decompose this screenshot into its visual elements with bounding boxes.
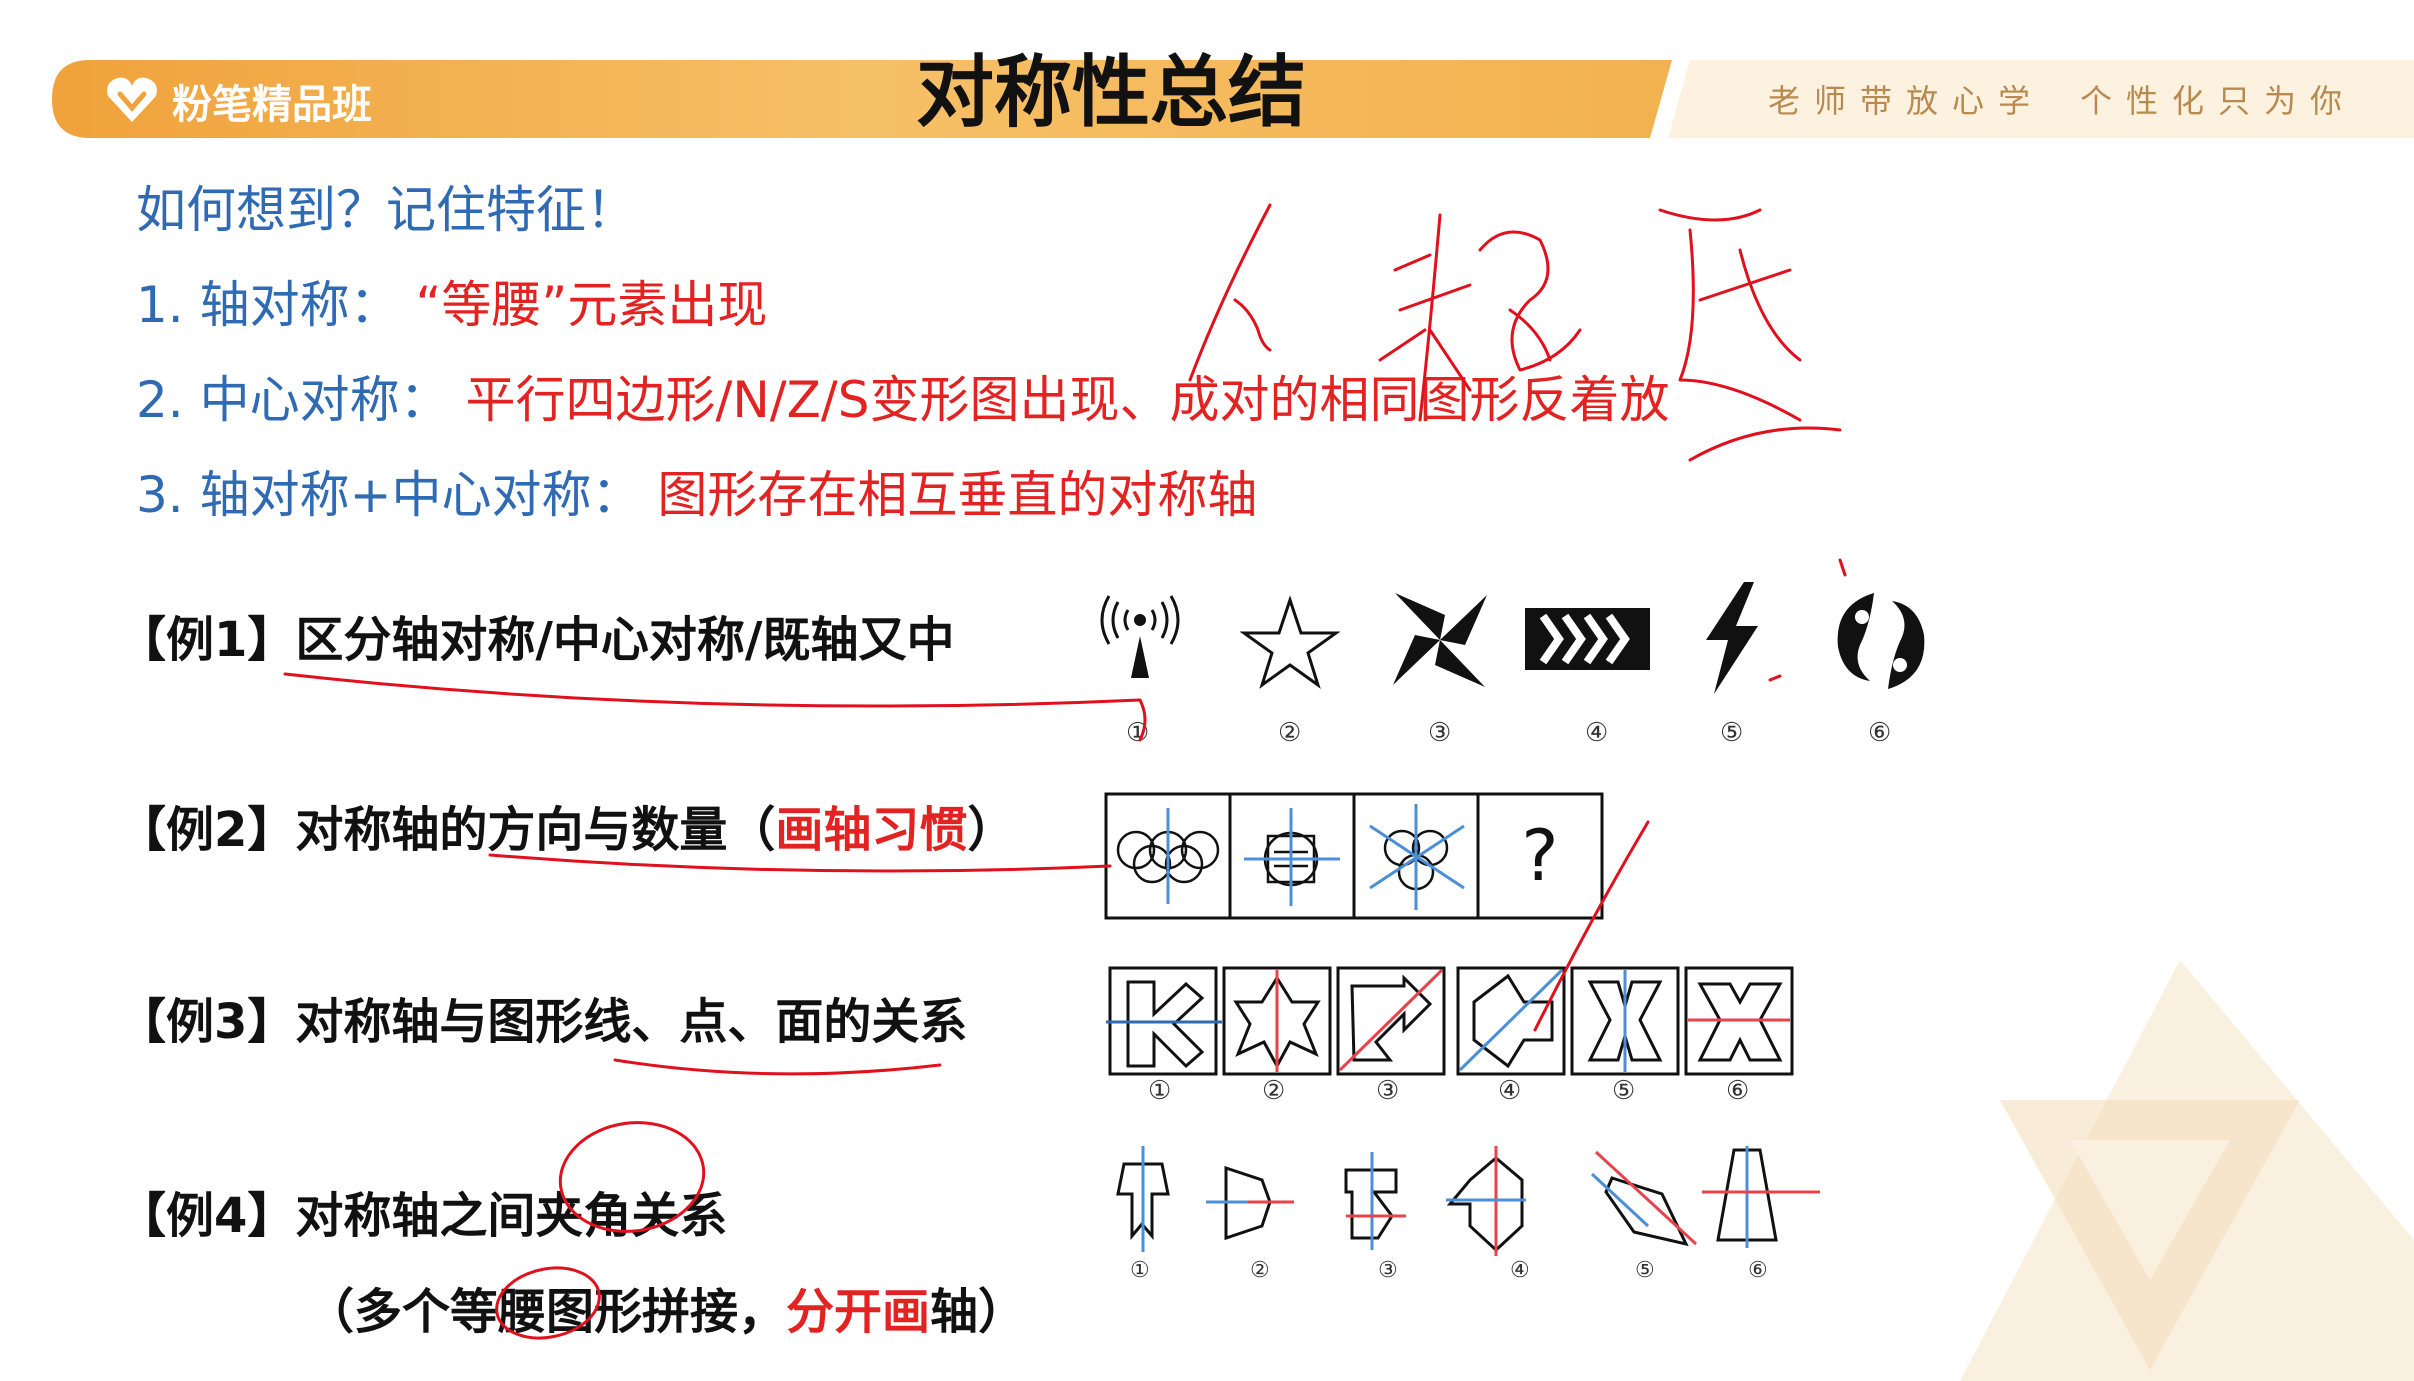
tick-mark	[1838, 558, 1847, 577]
underline-ex3	[613, 1058, 942, 1076]
circle-tuxing	[495, 1266, 601, 1340]
scribble-4	[1658, 208, 1842, 462]
underline-ex1	[283, 672, 1147, 742]
underline-ex2	[488, 853, 1112, 873]
scribble-1	[1188, 203, 1272, 382]
handwritten-annotations	[283, 203, 1847, 1340]
dot-mark	[1768, 674, 1782, 682]
slide: 粉笔精品班 对称性总结 老师带放心学 个性化只为你 如何想到？记住特征！ 1. …	[0, 0, 2414, 1381]
circle-jiajiao	[558, 1121, 706, 1233]
scribble-3	[1478, 230, 1582, 372]
scribble-2	[1378, 213, 1472, 422]
stroke-ex3-fig4	[1533, 820, 1650, 1032]
